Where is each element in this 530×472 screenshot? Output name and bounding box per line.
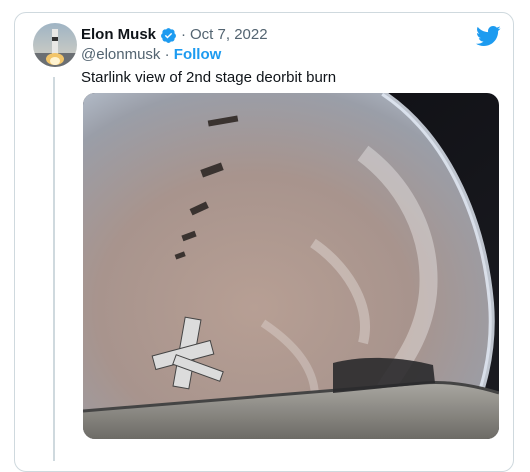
author-handle[interactable]: @elonmusk (81, 46, 160, 63)
handle-separator: · (160, 46, 174, 63)
follow-button[interactable]: Follow (174, 46, 222, 63)
handle-row: @elonmusk · Follow (81, 45, 221, 65)
author-row: Elon Musk · Oct 7, 2022 (81, 25, 268, 45)
twitter-bird-icon[interactable] (475, 23, 501, 49)
tweet-media-image[interactable] (83, 93, 499, 439)
avatar[interactable] (33, 23, 77, 67)
tweet-date[interactable]: Oct 7, 2022 (190, 25, 268, 45)
tweet-text: Starlink view of 2nd stage deorbit burn (81, 69, 337, 86)
thread-line (53, 77, 55, 461)
author-name[interactable]: Elon Musk (81, 25, 156, 45)
date-separator: · (181, 26, 187, 43)
tweet-card[interactable]: Elon Musk · Oct 7, 2022 @elonmusk · Foll… (14, 12, 514, 472)
verified-badge-icon (160, 27, 177, 44)
